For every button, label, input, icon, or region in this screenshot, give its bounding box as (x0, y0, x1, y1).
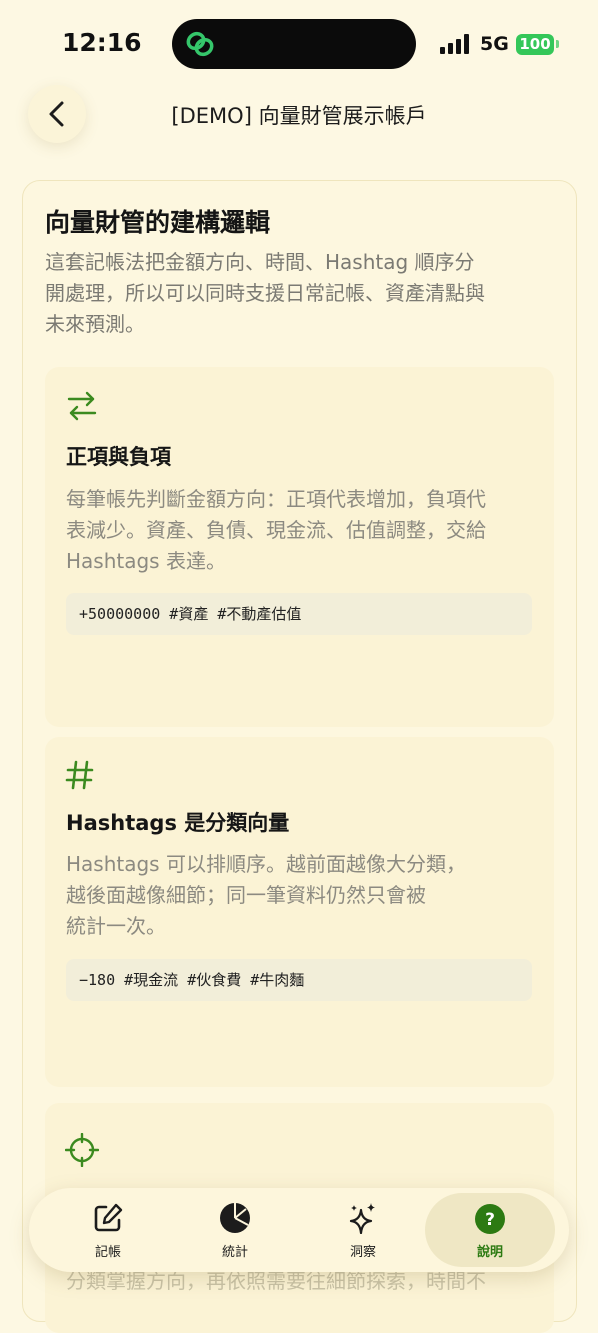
card-description-line: 未來預測。 (45, 312, 145, 336)
tab-label: 說明 (476, 1245, 503, 1260)
signal-icon (440, 34, 469, 54)
card-title: 向量財管的建構邏輯 (45, 208, 271, 237)
tab-label: 記帳 (94, 1245, 121, 1260)
tab-insights[interactable]: 洞察 (298, 1188, 428, 1272)
battery-icon: 100 (516, 34, 554, 55)
code-example: −180 #現金流 #伙食費 #牛肉麵 (66, 959, 532, 1001)
card-description-line: 這套記帳法把金額方向、時間、Hashtag 順序分 (45, 250, 475, 274)
section-description-line: 統計一次。 (66, 914, 166, 938)
tab-label: 洞察 (349, 1245, 376, 1260)
tab-statistics[interactable]: 統計 (170, 1188, 300, 1272)
svg-text:?: ? (485, 1210, 495, 1230)
page-title: [DEMO] 向量財管展示帳戶 (171, 104, 427, 128)
section-title: Hashtags 是分類向量 (66, 811, 290, 835)
link-icon (186, 31, 214, 57)
section-description: 每筆帳先判斷金額方向：正項代表增加，負項代 表減少。資產、負債、現金流、估值調整… (66, 484, 526, 577)
arrows-swap-icon (67, 391, 97, 421)
section-positive-negative: 正項與負項 每筆帳先判斷金額方向：正項代表增加，負項代 表減少。資產、負債、現金… (45, 367, 554, 727)
section-description-line: Hashtags 表達。 (66, 549, 226, 573)
status-time: 12:16 (62, 28, 142, 57)
explanation-card: 向量財管的建構邏輯 這套記帳法把金額方向、時間、Hashtag 順序分 開處理，… (22, 180, 577, 1333)
section-description-line: 越後面越像細節；同一筆資料仍然只會被 (66, 883, 426, 907)
section-description-line: Hashtags 可以排順序。越前面越像大分類， (66, 852, 466, 876)
card-description-line: 開處理，所以可以同時支援日常記帳、資產清點與 (45, 281, 485, 305)
tab-record[interactable]: 記帳 (43, 1188, 173, 1272)
crosshair-icon (65, 1133, 99, 1167)
section-title: 正項與負項 (66, 445, 171, 469)
card-description: 這套記帳法把金額方向、時間、Hashtag 順序分 開處理，所以可以同時支援日常… (45, 247, 515, 340)
dynamic-island (172, 19, 416, 69)
status-bar: 12:16 5G 100 (0, 0, 598, 88)
section-description-line: 表減少。資產、負債、現金流、估值調整，交給 (66, 518, 486, 542)
tab-label: 統計 (221, 1245, 248, 1260)
network-label: 5G (480, 33, 509, 55)
hash-icon (65, 760, 94, 790)
section-description-line: 每筆帳先判斷金額方向：正項代表增加，負項代 (66, 487, 486, 511)
battery-tip (556, 40, 559, 48)
edit-icon (94, 1203, 123, 1232)
tab-help[interactable]: ? 說明 (425, 1193, 555, 1267)
section-hashtags: Hashtags 是分類向量 Hashtags 可以排順序。越前面越像大分類， … (45, 737, 554, 1087)
help-icon: ? (475, 1204, 505, 1234)
bottom-tab-bar: 記帳 統計 洞察 ? 說明 (29, 1188, 569, 1272)
section-description: Hashtags 可以排順序。越前面越像大分類， 越後面越像細節；同一筆資料仍然… (66, 849, 526, 942)
pie-chart-icon (220, 1203, 250, 1233)
sparkles-icon (349, 1203, 375, 1234)
code-example: +50000000 #資產 #不動產估值 (66, 593, 532, 635)
